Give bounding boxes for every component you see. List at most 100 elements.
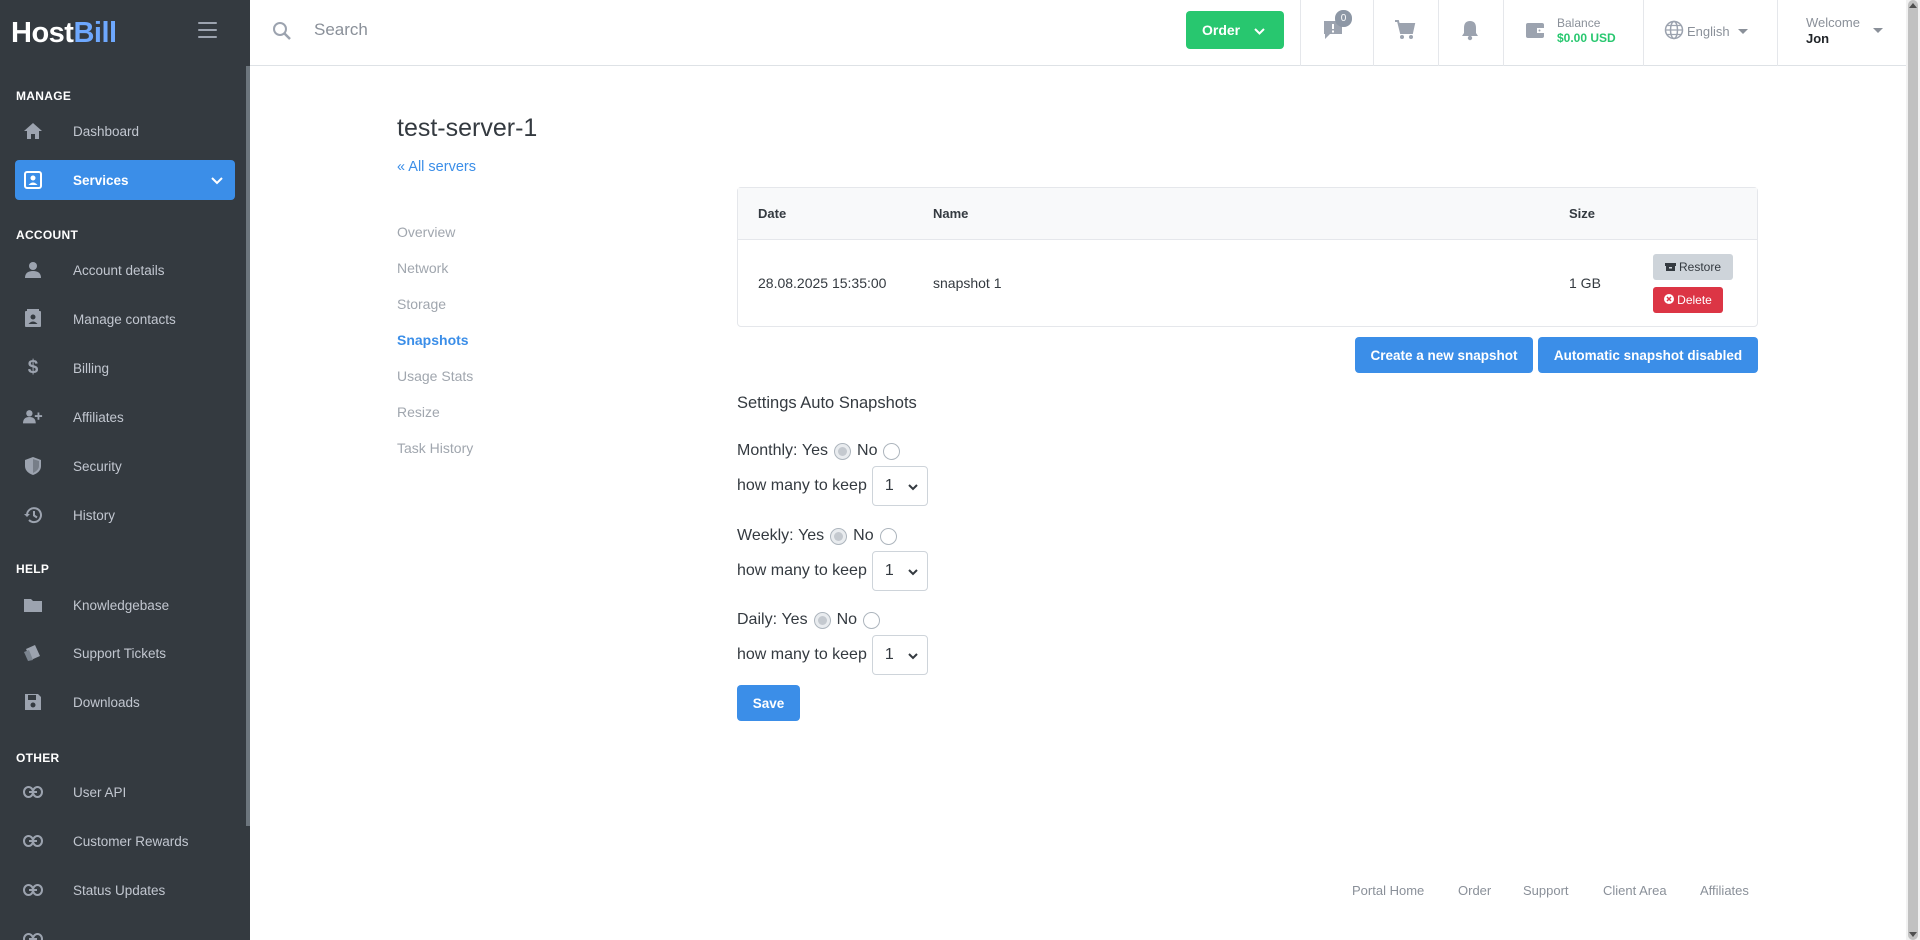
column-header-date: Date (758, 206, 787, 221)
daily-no-radio[interactable] (863, 611, 881, 629)
subnav-resize[interactable]: Resize (397, 404, 473, 440)
balance-widget[interactable]: Balance $0.00 USD (1557, 16, 1616, 45)
daily-keep-select[interactable]: 1 (871, 635, 928, 675)
link-icon (23, 782, 43, 802)
menu-toggle-icon[interactable] (198, 22, 217, 38)
select-value: 1 (884, 562, 894, 579)
footer-link-client-area[interactable]: Client Area (1603, 883, 1667, 898)
subnav-overview[interactable]: Overview (397, 224, 473, 260)
delete-button-label: Delete (1677, 293, 1712, 307)
monthly-setting: Monthly: Yes No (737, 442, 906, 460)
snapshot-date: 28.08.2025 15:35:00 (758, 275, 887, 291)
user-icon (23, 260, 43, 280)
sidebar-item-customer-rewards[interactable]: Customer Rewards (15, 821, 235, 861)
footer-link-portal-home[interactable]: Portal Home (1352, 883, 1424, 898)
sidebar-item-label: Services (73, 172, 129, 188)
sidebar-item-services[interactable]: Services (15, 160, 235, 200)
monthly-keep-select[interactable]: 1 (871, 466, 928, 506)
order-button[interactable]: Order (1186, 11, 1284, 49)
sidebar-item-account-details[interactable]: Account details (15, 250, 235, 290)
weekly-keep-select[interactable]: 1 (871, 551, 928, 591)
keep-label: how many to keep (737, 562, 867, 579)
subnav-snapshots[interactable]: Snapshots (397, 332, 473, 368)
hostbill-logo[interactable]: HostBill (11, 17, 117, 50)
monthly-keep: how many to keep 1 (737, 466, 928, 506)
sidebar-item-security[interactable]: Security (15, 446, 235, 486)
restore-icon (1664, 260, 1676, 274)
sidebar-item-history[interactable]: History (15, 495, 235, 535)
no-label: No (836, 611, 858, 628)
order-button-label: Order (1202, 22, 1241, 38)
sidebar-item-label: Dashboard (73, 123, 140, 139)
cart-icon[interactable] (1394, 19, 1416, 46)
chevron-down-icon (907, 649, 919, 667)
divider (1777, 0, 1778, 66)
weekly-yes-radio[interactable] (830, 527, 848, 545)
weekly-no-radio[interactable] (879, 527, 897, 545)
user-menu[interactable]: Welcome Jon (1806, 15, 1860, 46)
close-circle-icon (1664, 293, 1675, 307)
subnav-task-history[interactable]: Task History (397, 440, 473, 476)
history-icon (23, 505, 43, 525)
bell-icon[interactable] (1460, 19, 1480, 46)
snapshot-size: 1 GB (1569, 275, 1601, 291)
user-plus-icon (23, 407, 43, 427)
daily-keep: how many to keep 1 (737, 635, 928, 675)
sidebar-scrollbar[interactable] (246, 66, 250, 826)
sidebar-item-dashboard[interactable]: Dashboard (15, 111, 235, 151)
sidebar-item-support-tickets[interactable]: Support Tickets (15, 633, 235, 673)
search-icon[interactable] (272, 21, 292, 46)
monthly-no-radio[interactable] (883, 442, 901, 460)
balance-value: $0.00 USD (1557, 31, 1616, 45)
automatic-snapshot-button[interactable]: Automatic snapshot disabled (1538, 337, 1758, 373)
sidebar-item-label: Security (73, 458, 122, 474)
restore-button[interactable]: Restore (1653, 254, 1733, 280)
daily-yes-radio[interactable] (813, 611, 831, 629)
settings-title: Settings Auto Snapshots (737, 394, 917, 412)
caret-down-icon (1737, 29, 1748, 34)
footer-link-support[interactable]: Support (1523, 883, 1569, 898)
save-button[interactable]: Save (737, 685, 800, 721)
subnav-storage[interactable]: Storage (397, 296, 473, 332)
delete-button[interactable]: Delete (1653, 287, 1723, 313)
footer-link-order[interactable]: Order (1458, 883, 1491, 898)
create-snapshot-button[interactable]: Create a new snapshot (1355, 337, 1533, 373)
weekly-keep: how many to keep 1 (737, 551, 928, 591)
search-input[interactable] (314, 18, 814, 42)
sidebar-section-help: HELP (16, 562, 50, 576)
column-header-size: Size (1569, 206, 1596, 221)
language-selector[interactable]: English (1664, 20, 1748, 43)
dollar-icon: $ (27, 357, 39, 378)
sidebar: HostBill MANAGE Dashboard Services ACCOU… (0, 0, 250, 940)
footer-link-affiliates[interactable]: Affiliates (1700, 883, 1749, 898)
sidebar-item-user-api[interactable]: User API (15, 772, 235, 812)
sidebar-item-status-updates[interactable]: Status Updates (15, 870, 235, 910)
scrollbar-thumb[interactable] (1908, 0, 1918, 940)
keep-label: how many to keep (737, 477, 867, 494)
sidebar-item-label: User API (73, 784, 127, 800)
page-scrollbar[interactable] (1906, 0, 1920, 940)
welcome-label: Welcome (1806, 15, 1860, 30)
sidebar-item-knowledgebase[interactable]: Knowledgebase (15, 585, 235, 625)
sidebar-item-billing[interactable]: $ Billing (15, 348, 235, 388)
weekly-label: Weekly: (737, 527, 794, 544)
scroll-down-icon[interactable] (1909, 932, 1917, 937)
sidebar-item-label: Support Tickets (73, 645, 167, 661)
tickets-icon (23, 643, 43, 663)
sidebar-item-more[interactable] (15, 919, 235, 940)
sidebar-item-manage-contacts[interactable]: Manage contacts (15, 299, 235, 339)
sidebar-item-label: Knowledgebase (73, 597, 170, 613)
monthly-yes-radio[interactable] (834, 442, 852, 460)
chevron-down-icon (211, 173, 223, 188)
all-servers-link[interactable]: « All servers (397, 159, 476, 175)
scroll-up-icon[interactable] (1909, 3, 1917, 8)
sidebar-item-affiliates[interactable]: Affiliates (15, 397, 235, 437)
sidebar-item-label: Customer Rewards (73, 833, 189, 849)
wallet-icon[interactable] (1525, 21, 1545, 44)
divider (1643, 0, 1644, 66)
subnav-network[interactable]: Network (397, 260, 473, 296)
caret-down-icon[interactable] (1873, 28, 1883, 33)
sidebar-item-downloads[interactable]: Downloads (15, 682, 235, 722)
subnav-usage-stats[interactable]: Usage Stats (397, 368, 473, 404)
yes-label: Yes (781, 611, 808, 628)
